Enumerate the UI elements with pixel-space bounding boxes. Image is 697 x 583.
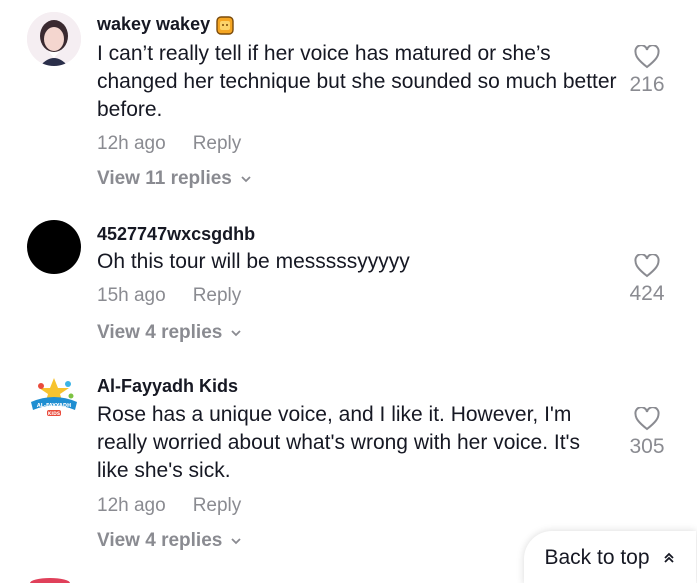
back-to-top-button[interactable]: Back to top <box>524 531 696 583</box>
avatar[interactable] <box>27 220 81 274</box>
username[interactable]: Al-Fayyadh Kids <box>97 376 238 397</box>
timestamp: 12h ago <box>97 133 166 154</box>
username[interactable]: 4527747wxcsgdhb <box>97 224 255 245</box>
view-replies-button[interactable]: View 4 replies <box>97 322 242 344</box>
like-count: 305 <box>629 435 665 458</box>
comment-text: Rose has a unique voice, and I like it. … <box>97 403 581 482</box>
comment-text: Oh this tour will be messsssyyyyy <box>97 250 410 273</box>
username-text[interactable]: Al-Fayyadh Kids <box>97 376 238 397</box>
heart-icon[interactable] <box>634 45 660 69</box>
comment-item: wakey wakey I can’t really tell if her v… <box>0 0 697 200</box>
next-avatar-partial <box>30 578 70 583</box>
view-replies-button[interactable]: View 4 replies <box>97 530 242 552</box>
username-text[interactable]: wakey wakey <box>97 14 210 35</box>
like-control: 424 <box>617 254 677 306</box>
comment-item: 4527747wxcsgdhb Oh this tour will be mes… <box>0 200 697 360</box>
avatar[interactable]: AL-FAYYADH KIDS <box>27 372 81 426</box>
al-fayyadh-kids-logo: AL-FAYYADH KIDS <box>27 372 81 426</box>
comment-meta: 12h ago Reply <box>97 133 241 155</box>
view-replies-label: View 4 replies <box>97 322 223 343</box>
avatar[interactable] <box>27 12 81 66</box>
timestamp: 15h ago <box>97 285 166 306</box>
like-control: 305 <box>617 407 677 459</box>
username[interactable]: wakey wakey <box>97 14 234 35</box>
svg-text:AL-FAYYADH: AL-FAYYADH <box>37 403 71 409</box>
chevron-down-icon <box>231 538 241 545</box>
chevron-down-icon <box>231 330 241 337</box>
like-control: 216 <box>617 45 677 97</box>
reply-button[interactable]: Reply <box>193 285 242 307</box>
reply-button[interactable]: Reply <box>193 495 242 517</box>
view-replies-button[interactable]: View 11 replies <box>97 168 252 190</box>
comment-meta: 15h ago Reply <box>97 285 241 307</box>
comment-meta: 12h ago Reply <box>97 495 241 517</box>
bread-emoji-icon <box>216 15 234 35</box>
comment-item: AL-FAYYADH KIDS Al-Fayyadh Kids Rose has… <box>0 360 697 560</box>
heart-icon[interactable] <box>634 407 660 431</box>
like-count: 424 <box>629 282 665 305</box>
back-to-top-label: Back to top <box>544 546 650 569</box>
comment-text: I can’t really tell if her voice has mat… <box>97 42 617 121</box>
view-replies-label: View 4 replies <box>97 530 223 551</box>
view-replies-label: View 11 replies <box>97 168 232 189</box>
username-text[interactable]: 4527747wxcsgdhb <box>97 224 255 245</box>
chevron-down-icon <box>241 176 251 183</box>
timestamp: 12h ago <box>97 495 166 516</box>
double-chevron-up-icon <box>663 552 674 563</box>
svg-text:KIDS: KIDS <box>48 411 60 417</box>
reply-button[interactable]: Reply <box>193 133 242 155</box>
like-count: 216 <box>629 73 665 96</box>
heart-icon[interactable] <box>634 254 660 278</box>
